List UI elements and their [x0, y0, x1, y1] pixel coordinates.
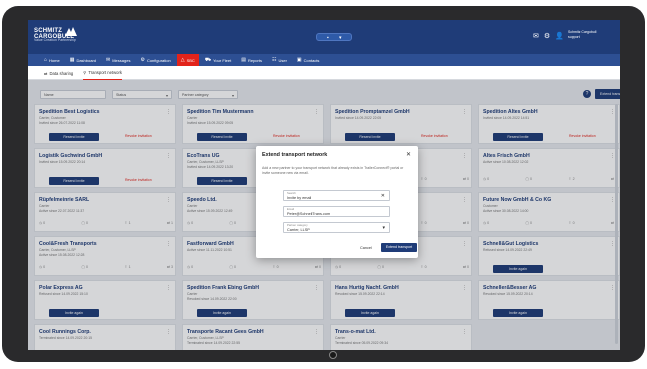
- settings-icon[interactable]: ⚙: [544, 33, 550, 41]
- partner-category-select[interactable]: Partner category Carrier, LLSP ▾: [283, 222, 390, 233]
- home-button[interactable]: [329, 351, 337, 359]
- nav-label: User: [278, 57, 287, 63]
- extend-network-submit-button[interactable]: Extend transport network: [381, 243, 417, 258]
- nav-dashboard[interactable]: ▦ Dashboard: [66, 54, 100, 66]
- chevron-down-icon: ▾: [382, 225, 385, 231]
- cancel-button[interactable]: Cancel: [360, 246, 372, 250]
- nav-configuration[interactable]: ⚙ Configuration: [136, 54, 174, 66]
- search-field[interactable]: Search Invite by email ✕: [283, 190, 390, 201]
- mail-icon[interactable]: ✉: [533, 33, 539, 41]
- top-icons: ✉ ⚙ 👤: [533, 33, 564, 41]
- nav-home[interactable]: ⌂ Home: [40, 54, 64, 66]
- nav-label: Dashboard: [76, 57, 97, 63]
- field-value: Peter@SchnellTrans.com: [287, 211, 331, 216]
- tab-label: Data sharing: [49, 70, 74, 76]
- mail-icon: ✉: [106, 57, 111, 63]
- nav-reports[interactable]: ▤ Reports: [237, 54, 266, 66]
- close-icon[interactable]: ✕: [406, 151, 411, 158]
- center-menu-icon: ▪: [327, 35, 329, 41]
- field-value: Invite by email: [287, 195, 312, 200]
- contacts-icon: ▣: [296, 57, 302, 63]
- nav-label: Home: [49, 57, 60, 63]
- share-icon: ⇄: [44, 70, 48, 76]
- logo-mark-icon: [65, 27, 77, 36]
- dashboard-icon: ▦: [69, 57, 75, 63]
- dialog-description: Add a new partner to your transport netw…: [262, 166, 404, 175]
- field-label: Partner category: [287, 223, 308, 227]
- nav-label: Your Fleet: [213, 57, 232, 63]
- truck-icon: ⛟: [204, 56, 212, 63]
- users-icon: ☷: [271, 57, 277, 63]
- nav-user[interactable]: ☷ User: [268, 54, 291, 66]
- email-field[interactable]: Email Peter@SchnellTrans.com: [283, 206, 390, 217]
- tablet-frame: SCHMITZ CARGOBULL Value Creation Partner…: [2, 6, 645, 362]
- nav-label: Contacts: [303, 57, 320, 63]
- screen: SCHMITZ CARGOBULL Value Creation Partner…: [28, 20, 620, 350]
- nav-label: Configuration: [146, 57, 171, 63]
- main-nav: ⌂ Home ▦ Dashboard ✉ Messages ⚙ Configuratio…: [28, 54, 620, 66]
- center-menu[interactable]: ▪ ▾: [316, 33, 352, 41]
- warning-icon: △: [180, 57, 185, 63]
- nav-contacts[interactable]: ▣ Contacts: [293, 54, 324, 66]
- user-icon[interactable]: 👤: [555, 33, 564, 41]
- field-label: Search: [287, 191, 296, 195]
- tab-label: Transport network: [88, 70, 122, 75]
- nav-messages[interactable]: ✉ Messages: [102, 54, 134, 66]
- field-label: Email: [287, 207, 294, 211]
- gear-icon: ⚙: [140, 57, 145, 63]
- clear-icon[interactable]: ✕: [381, 193, 385, 199]
- nav-label: Messages: [112, 57, 131, 63]
- field-value: Carrier, LLSP: [287, 227, 310, 232]
- chevron-down-icon: ▾: [339, 35, 342, 41]
- tab-transport-network[interactable]: ⚲ Transport network: [83, 66, 122, 80]
- report-icon: ▤: [241, 57, 246, 63]
- user-role: support: [568, 35, 580, 39]
- user-menu[interactable]: Schmitz Cargobull support: [568, 30, 614, 40]
- top-bar: SCHMITZ CARGOBULL Value Creation Partner…: [28, 20, 620, 54]
- nav-your-fleet[interactable]: ⛟ Your Fleet: [201, 54, 235, 66]
- network-icon: ⚲: [83, 70, 87, 75]
- dialog-title: Extend transport network: [262, 152, 328, 158]
- extend-network-dialog: Extend transport network ✕ Add a new par…: [256, 146, 418, 258]
- nav-sbc[interactable]: △ SBC: [176, 54, 199, 66]
- sub-nav: ⇄ Data sharing ⚲ Transport network: [28, 66, 620, 80]
- logo-subtitle: Value Creation Partnership: [34, 38, 76, 42]
- tab-data-sharing[interactable]: ⇄ Data sharing: [44, 66, 73, 80]
- home-icon: ⌂: [44, 57, 48, 63]
- nav-label: SBC: [186, 57, 195, 63]
- nav-label: Reports: [247, 57, 262, 63]
- logo[interactable]: SCHMITZ CARGOBULL Value Creation Partner…: [34, 26, 80, 46]
